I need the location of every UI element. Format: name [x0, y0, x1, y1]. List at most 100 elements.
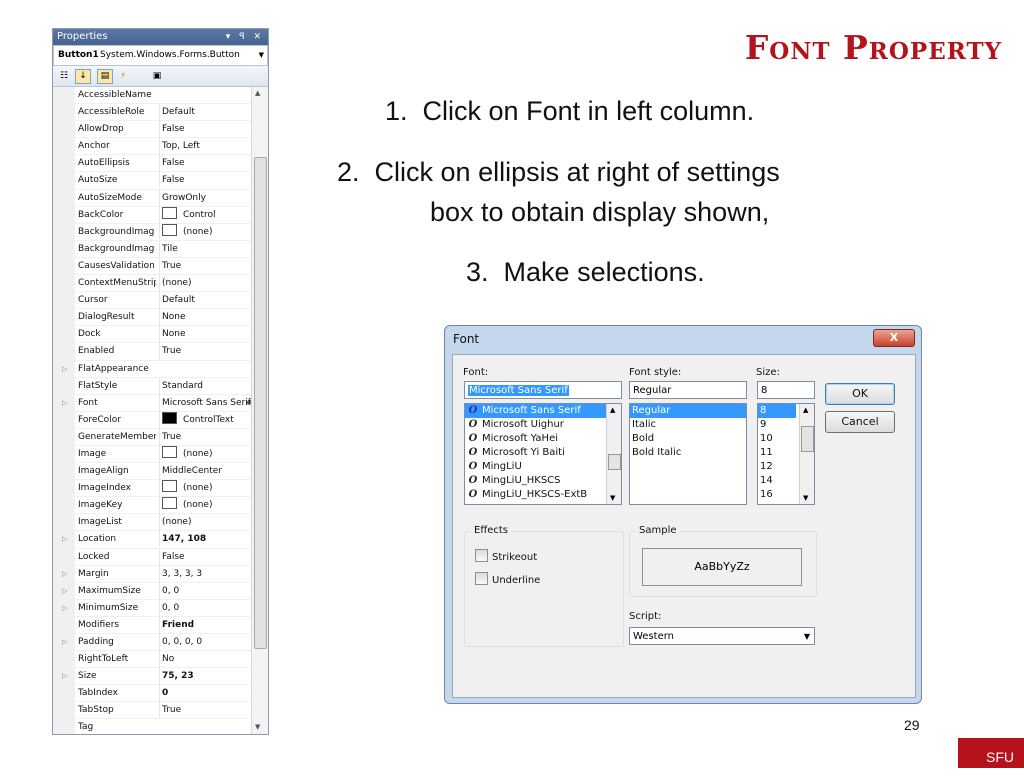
chevron-down-icon[interactable]: ▼: [804, 628, 810, 645]
expand-icon[interactable]: ▷: [62, 668, 72, 684]
chevron-down-icon[interactable]: ▼: [259, 46, 264, 65]
underline-checkbox[interactable]: Underline: [475, 572, 540, 586]
property-value[interactable]: True: [159, 428, 254, 445]
property-row[interactable]: RightToLeft No: [53, 651, 254, 669]
expand-icon[interactable]: ▷: [62, 634, 72, 650]
font-list-item[interactable]: O Microsoft Yi Baiti: [465, 446, 621, 460]
property-row[interactable]: ▷ Margin 3, 3, 3, 3: [53, 565, 251, 583]
property-value[interactable]: 0, 0, 0, 0: [159, 634, 254, 650]
font-name-input[interactable]: Microsoft Sans Serif: [464, 381, 622, 399]
property-value[interactable]: True: [159, 702, 254, 719]
property-value[interactable]: None: [159, 326, 254, 343]
property-value[interactable]: (none): [159, 275, 254, 292]
property-value[interactable]: MiddleCenter: [159, 463, 254, 480]
property-row[interactable]: ForeColor ControlText: [53, 411, 254, 429]
property-row[interactable]: GenerateMember True: [53, 428, 254, 446]
property-value[interactable]: True: [159, 343, 254, 360]
property-row[interactable]: ImageKey (none): [53, 497, 254, 515]
property-row[interactable]: AutoSize False: [53, 172, 254, 190]
property-value[interactable]: 0, 0: [159, 599, 254, 616]
property-value[interactable]: Tile: [159, 240, 254, 257]
expand-icon[interactable]: ▷: [62, 600, 72, 616]
size-input[interactable]: 8: [757, 381, 815, 399]
property-value[interactable]: Default: [159, 292, 254, 309]
property-row[interactable]: ▷ Padding 0, 0, 0, 0: [53, 634, 254, 652]
property-value[interactable]: GrowOnly: [159, 189, 254, 206]
property-row[interactable]: Dock None: [53, 326, 254, 344]
property-value[interactable]: False: [159, 121, 254, 138]
scroll-down-icon[interactable]: ▼: [255, 723, 260, 731]
events-icon[interactable]: ⚡: [115, 69, 131, 84]
property-row[interactable]: ▷ Size 75, 23: [53, 668, 251, 686]
size-item[interactable]: 8: [758, 404, 796, 418]
property-row[interactable]: AccessibleRole Default: [53, 104, 254, 122]
size-list[interactable]: 8 9 10 11 12 14 16 ▲ ▼: [757, 403, 815, 505]
scroll-thumb[interactable]: [608, 454, 621, 470]
property-grid-scrollbar[interactable]: ▲ ▼: [251, 87, 268, 734]
expand-icon[interactable]: ▷: [62, 583, 72, 599]
font-style-item[interactable]: Regular: [630, 404, 746, 418]
property-value[interactable]: False: [159, 548, 254, 565]
property-row[interactable]: AutoSizeMode GrowOnly: [53, 189, 254, 207]
font-style-item[interactable]: Italic: [630, 418, 746, 432]
window-controls-icon[interactable]: ▾ ꟼ ✕: [226, 29, 264, 45]
expand-icon[interactable]: ▷: [62, 566, 72, 582]
property-row[interactable]: Tag: [53, 719, 251, 734]
size-item[interactable]: 10: [758, 432, 796, 446]
property-row[interactable]: ImageIndex (none): [53, 480, 254, 498]
size-item[interactable]: 14: [758, 474, 796, 488]
property-row[interactable]: BackColor Control: [53, 206, 254, 224]
property-row[interactable]: TabStop True: [53, 702, 254, 720]
expand-icon[interactable]: ▷: [62, 395, 72, 411]
property-row[interactable]: Enabled True: [53, 343, 254, 361]
property-row[interactable]: ▷ Font Microsoft Sans Serif, ≡: [53, 394, 254, 412]
property-row[interactable]: DialogResult None: [53, 309, 254, 327]
expand-icon[interactable]: ▷: [62, 361, 72, 377]
strikeout-checkbox[interactable]: Strikeout: [475, 549, 537, 563]
scroll-up-icon[interactable]: ▲: [255, 89, 260, 97]
size-item[interactable]: 12: [758, 460, 796, 474]
font-list-item[interactable]: O MingLiU: [465, 460, 621, 474]
ok-button[interactable]: OK: [825, 383, 895, 405]
property-value[interactable]: True: [159, 257, 254, 274]
property-value[interactable]: (none): [159, 480, 254, 497]
property-row[interactable]: Anchor Top, Left: [53, 138, 254, 156]
scroll-up-icon[interactable]: ▲: [610, 406, 615, 414]
property-row[interactable]: Locked False: [53, 548, 254, 566]
scroll-down-icon[interactable]: ▼: [610, 494, 615, 502]
close-button[interactable]: X: [873, 329, 915, 347]
alphabetical-icon[interactable]: ↓: [75, 69, 91, 84]
property-row[interactable]: TabIndex 0: [53, 685, 254, 703]
property-value[interactable]: None: [159, 309, 254, 326]
font-style-input[interactable]: Regular: [629, 381, 747, 399]
font-list-item[interactable]: O Microsoft Uighur: [465, 418, 621, 432]
property-row[interactable]: ▷ FlatAppearance: [53, 361, 251, 378]
font-list[interactable]: O Microsoft Sans Serif O Microsoft Uighur O M…: [464, 403, 622, 505]
property-value[interactable]: 0: [159, 685, 254, 702]
property-row[interactable]: AccessibleName: [53, 87, 251, 105]
property-value[interactable]: Friend: [159, 616, 254, 633]
property-value[interactable]: False: [159, 172, 254, 189]
property-row[interactable]: Cursor Default: [53, 292, 254, 310]
property-value[interactable]: Top, Left: [159, 138, 254, 155]
property-row[interactable]: AllowDrop False: [53, 121, 254, 139]
font-list-item[interactable]: O MingLiU_HKSCS-ExtB: [465, 488, 621, 502]
property-value[interactable]: Control: [159, 206, 254, 223]
property-row[interactable]: BackgroundImag (none): [53, 223, 254, 241]
property-value[interactable]: (none): [159, 445, 254, 462]
property-value[interactable]: ControlText: [159, 411, 254, 428]
property-row[interactable]: AutoEllipsis False: [53, 155, 254, 173]
property-row[interactable]: ▷ MinimumSize 0, 0: [53, 599, 254, 617]
property-value[interactable]: (none): [159, 497, 254, 514]
scroll-up-icon[interactable]: ▲: [803, 406, 808, 414]
size-item[interactable]: 16: [758, 488, 796, 502]
property-row[interactable]: ▷ Location 147, 108: [53, 531, 254, 549]
property-value[interactable]: (none): [159, 223, 254, 240]
property-value[interactable]: False: [159, 155, 254, 172]
property-value[interactable]: 147, 108: [159, 531, 254, 548]
property-value[interactable]: 0, 0: [159, 582, 254, 599]
scroll-down-icon[interactable]: ▼: [803, 494, 808, 502]
cancel-button[interactable]: Cancel: [825, 411, 895, 433]
property-value[interactable]: No: [159, 651, 254, 668]
property-value[interactable]: Default: [159, 104, 254, 121]
